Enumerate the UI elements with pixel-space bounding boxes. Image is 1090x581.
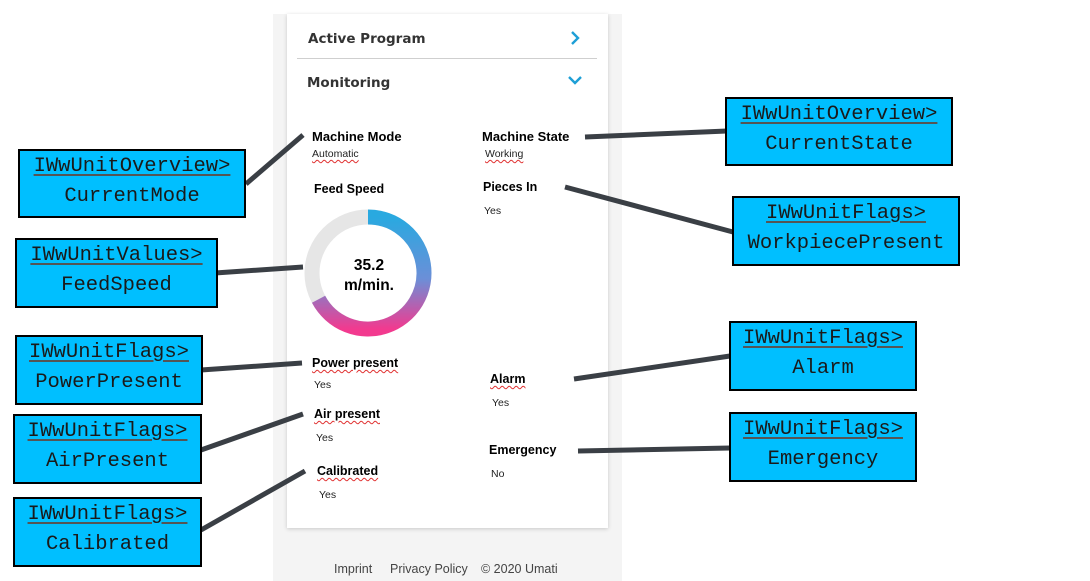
callout-current-mode-line1: IWwUnitOverview>	[33, 155, 231, 178]
section-divider	[297, 58, 597, 59]
callout-current-mode: IWwUnitOverview> CurrentMode	[18, 149, 246, 218]
callout-current-mode-line2: CurrentMode	[64, 185, 200, 208]
alarm-value: Yes	[492, 397, 510, 409]
callout-calibrated-line2: Calibrated	[45, 533, 170, 556]
callout-alarm-line2: Alarm	[792, 357, 854, 380]
callout-power-present: IWwUnitFlags> PowerPresent	[15, 335, 203, 405]
active-program-row[interactable]: Active Program	[297, 16, 597, 56]
machine-mode-value: Automatic	[312, 148, 359, 160]
callout-emergency-line2: Emergency	[767, 448, 879, 471]
callout-current-state: IWwUnitOverview> CurrentState	[725, 97, 953, 166]
callout-air-present: IWwUnitFlags> AirPresent	[13, 414, 202, 484]
callout-current-state-line2: CurrentState	[765, 133, 913, 156]
air-present-label: Air present	[314, 407, 380, 421]
active-program-label: Active Program	[308, 31, 426, 47]
copyright-text: © 2020 Umati	[481, 562, 558, 576]
alarm-label: Alarm	[490, 372, 526, 386]
callout-workpiece-present: IWwUnitFlags> WorkpiecePresent	[732, 196, 960, 266]
calibrated-label: Calibrated	[317, 464, 379, 478]
callout-feed-speed-line2: FeedSpeed	[61, 274, 172, 297]
power-present-value: Yes	[314, 379, 332, 391]
callout-power-present-line1: IWwUnitFlags>	[29, 341, 189, 364]
machine-state-value: Working	[485, 148, 524, 160]
chevron-down-icon[interactable]	[567, 72, 583, 88]
callout-feed-speed: IWwUnitValues> FeedSpeed	[15, 238, 218, 308]
chevron-right-icon[interactable]	[567, 30, 583, 46]
emergency-value: No	[491, 468, 505, 480]
callout-calibrated: IWwUnitFlags> Calibrated	[13, 497, 202, 567]
feed-speed-unit: m/min.	[344, 277, 394, 294]
callout-workpiece-present-line1: IWwUnitFlags>	[766, 202, 926, 225]
callout-emergency-line1: IWwUnitFlags>	[743, 418, 903, 441]
callout-feed-speed-line1: IWwUnitValues>	[30, 244, 203, 267]
air-present-value: Yes	[316, 432, 334, 444]
machine-mode-label: Machine Mode	[312, 129, 402, 144]
monitoring-label: Monitoring	[307, 75, 391, 91]
callout-power-present-line2: PowerPresent	[35, 371, 183, 394]
feed-speed-label: Feed Speed	[314, 182, 385, 196]
callout-workpiece-present-line2: WorkpiecePresent	[747, 232, 945, 255]
callout-alarm: IWwUnitFlags> Alarm	[729, 321, 917, 391]
power-present-label: Power present	[312, 356, 399, 370]
privacy-policy-link[interactable]: Privacy Policy	[390, 562, 468, 576]
imprint-link[interactable]: Imprint	[334, 562, 372, 576]
pieces-in-label: Pieces In	[483, 180, 538, 194]
callout-calibrated-line1: IWwUnitFlags>	[27, 503, 188, 526]
callout-emergency: IWwUnitFlags> Emergency	[729, 412, 917, 482]
callout-air-present-line2: AirPresent	[45, 450, 170, 473]
pieces-in-value: Yes	[484, 205, 502, 217]
calibrated-value: Yes	[319, 489, 337, 501]
callout-air-present-line1: IWwUnitFlags>	[27, 420, 188, 443]
callout-current-state-line1: IWwUnitOverview>	[740, 103, 938, 126]
callout-alarm-line1: IWwUnitFlags>	[743, 327, 903, 350]
feed-speed-readout: 35.2 m/min.	[338, 256, 400, 296]
machine-state-label: Machine State	[482, 129, 570, 144]
feed-speed-value: 35.2	[353, 257, 385, 274]
monitoring-row[interactable]: Monitoring	[297, 60, 597, 100]
emergency-label: Emergency	[489, 443, 557, 457]
